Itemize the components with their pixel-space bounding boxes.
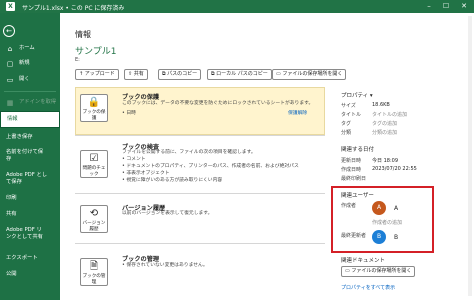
related-dates-heading: 関連する日付 — [341, 147, 375, 153]
share-icon: ⇪ — [128, 71, 133, 77]
property-size-value: 18.6KB — [372, 102, 390, 108]
created-date: 2023/07/20 22:55 — [372, 166, 417, 172]
date-label: 作成日時 — [341, 167, 362, 173]
sidebar-item-save[interactable]: 上書き保存 — [0, 134, 60, 141]
sidebar-item-new[interactable]: ▢ 新規 — [0, 60, 60, 68]
divider — [75, 135, 325, 136]
property-tags-value[interactable]: タグの追加 — [372, 120, 397, 127]
property-label: タグ — [341, 121, 352, 127]
sidebar-item-share[interactable]: 共有 — [0, 211, 60, 218]
sidebar-divider — [4, 91, 56, 92]
sidebar-item-publish[interactable]: 公開 — [0, 271, 60, 278]
title-bar: X サンプル1.xlsx • この PC に保存済み – ☐ ✕ — [0, 0, 474, 13]
show-all-properties-link[interactable]: プロパティをすべて表示 — [341, 284, 395, 291]
window-title: サンプル1.xlsx • この PC に保存済み — [22, 5, 125, 12]
lock-icon: 🔒 — [87, 97, 101, 108]
property-label: サイズ — [341, 103, 356, 109]
unprotect-link[interactable]: 保護解除 — [288, 111, 307, 118]
new-file-icon: ▢ — [6, 60, 14, 68]
inspect-bullet: • 視覚に障がいのある方が読み取りにくい内容 — [122, 178, 223, 183]
property-label: 分類 — [341, 130, 352, 136]
check-issues-button[interactable]: ☑ 問題のチェック — [80, 150, 108, 178]
sidebar-item-export[interactable]: エクスポート — [0, 255, 60, 262]
inspect-text: ファイルを公開する前に、ファイルの次の項目を確認します。 — [122, 150, 256, 155]
version-text: 以前のバージョンを表示して復元します。 — [122, 211, 213, 216]
inspect-bullet: • 非表示オブジェクト — [122, 171, 170, 176]
protect-title: ブックの保護 — [122, 94, 160, 101]
open-file-location-link[interactable]: ▭ ファイルの保存場所を開く — [341, 266, 416, 277]
sidebar-item-info[interactable]: 情報 — [0, 111, 60, 128]
file-path: E: — [75, 57, 80, 63]
copy-local-path-button[interactable]: ⧉ ローカル パスのコピー — [207, 69, 272, 80]
maximize-button[interactable]: ☐ — [437, 0, 455, 13]
protect-workbook-button[interactable]: 🔒 ブックの保護 — [80, 94, 108, 122]
highlight-box — [331, 186, 434, 253]
manage-title: ブックの管理 — [122, 256, 160, 263]
document-icon: 🗎 — [89, 261, 99, 272]
history-icon: ⟲ — [89, 208, 99, 219]
divider — [75, 243, 325, 244]
minimize-button[interactable]: – — [420, 0, 438, 13]
protect-bullet: • 日時 — [122, 111, 136, 116]
version-history-button[interactable]: ⟲ バージョン履歴 — [80, 205, 108, 233]
sidebar-item-open[interactable]: ▭ 開く — [0, 76, 60, 84]
file-name: サンプル1 — [75, 47, 117, 57]
store-icon: ▦ — [6, 99, 14, 107]
upload-icon: ↑ — [79, 71, 84, 77]
page-title: 情報 — [75, 30, 91, 39]
property-title-value[interactable]: タイトルの追加 — [372, 111, 407, 118]
inspect-bullet: • コメント — [122, 157, 146, 162]
sidebar-item-get-addins: ▦ アドインを取得 — [6, 99, 57, 107]
date-label: 更新日時 — [341, 158, 362, 164]
open-file-location-button[interactable]: ▭ ファイルの保存場所を開く — [272, 69, 347, 80]
scrollbar[interactable] — [468, 16, 472, 296]
sidebar-item-save-as[interactable]: 名前を付けて保存 — [0, 149, 48, 163]
divider — [75, 193, 325, 194]
excel-logo-icon: X — [6, 2, 15, 11]
related-documents-heading: 関連ドキュメント — [341, 258, 386, 264]
inspect-bullet: • ドキュメントのプロパティ、プリンターのパス、作成者の名前、および絶対パス — [122, 164, 299, 169]
properties-heading[interactable]: プロパティ ▾ — [341, 91, 373, 99]
checklist-icon: ☑ — [89, 153, 99, 164]
sidebar-item-share-pdf-link[interactable]: Adobe PDF リンクとして共有 — [0, 227, 44, 241]
folder-icon: ▭ — [345, 268, 350, 274]
sidebar-item-print[interactable]: 印刷 — [0, 195, 60, 202]
backstage-sidebar: ← ⌂ ホーム ▢ 新規 ▭ 開く ▦ アドインを取得 情報 上書き保存 名前を付けて保… — [0, 13, 60, 300]
share-button[interactable]: ⇪ 共有 — [124, 69, 148, 80]
open-folder-icon: ▭ — [6, 76, 14, 84]
date-label: 最終印刷日 — [341, 176, 367, 182]
copy-icon: ⧉ — [211, 71, 215, 77]
copy-path-button[interactable]: ⧉ パスのコピー — [158, 69, 202, 80]
manage-bullet: • 保存されていない変更はありません。 — [122, 263, 208, 268]
property-label: タイトル — [341, 112, 362, 118]
close-button[interactable]: ✕ — [455, 0, 473, 13]
protect-text: このブックには、データの不要な変更を防ぐためにロックされているシートがあります。 — [122, 101, 314, 106]
folder-icon: ▭ — [276, 71, 281, 77]
home-icon: ⌂ — [7, 45, 13, 53]
sidebar-item-save-as-pdf[interactable]: Adobe PDF として保存 — [0, 172, 48, 186]
upload-button[interactable]: ↑ アップロード — [75, 69, 119, 80]
property-category-value[interactable]: 分類の追加 — [372, 129, 397, 136]
modified-date: 今日 18:09 — [372, 158, 398, 164]
manage-workbook-button[interactable]: 🗎 ブックの管理 — [80, 258, 108, 286]
copy-icon: ⧉ — [162, 71, 166, 77]
back-arrow-icon[interactable]: ← — [3, 25, 15, 37]
sidebar-item-home[interactable]: ⌂ ホーム — [0, 45, 60, 53]
